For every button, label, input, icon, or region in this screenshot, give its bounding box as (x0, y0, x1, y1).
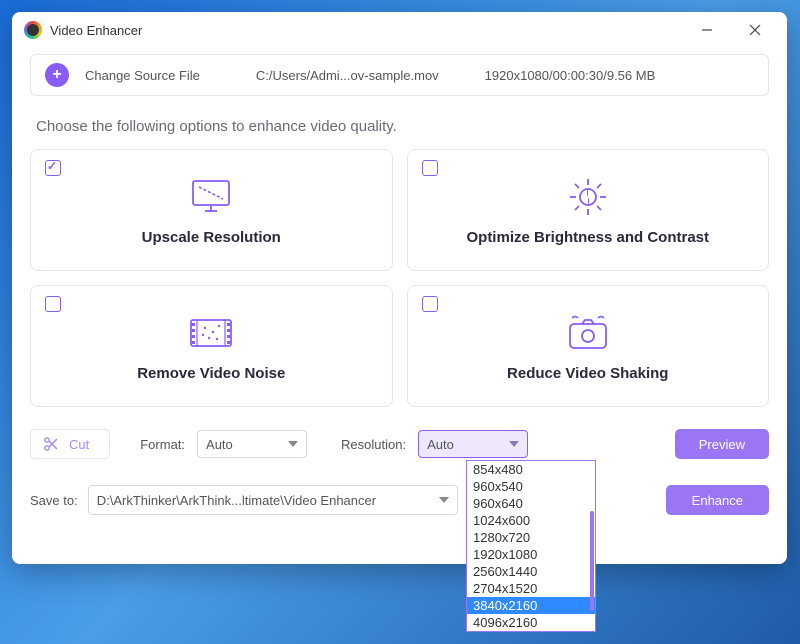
dropdown-list[interactable]: 854x480960x540960x6401024x6001280x720192… (467, 461, 595, 631)
save-path-value: D:\ArkThinker\ArkThink...ltimate\Video E… (97, 493, 376, 508)
content-area: + Change Source File C:/Users/Admi...ov-… (12, 48, 787, 564)
card-brightness-contrast[interactable]: Optimize Brightness and Contrast (407, 149, 770, 271)
resolution-value: Auto (427, 437, 454, 452)
save-path-select[interactable]: D:\ArkThinker\ArkThink...ltimate\Video E… (88, 485, 458, 515)
camera-shake-icon (562, 311, 614, 355)
resolution-option[interactable]: 2560x1440 (467, 563, 595, 580)
preview-label: Preview (699, 437, 745, 452)
format-label: Format: (140, 437, 185, 452)
resolution-select[interactable]: Auto (418, 430, 528, 458)
checkbox-noise[interactable] (45, 296, 61, 312)
format-select[interactable]: Auto (197, 430, 307, 458)
resolution-option[interactable]: 1280x720 (467, 529, 595, 546)
titlebar: Video Enhancer (12, 12, 787, 48)
checkbox-upscale[interactable] (45, 160, 61, 176)
change-source-label[interactable]: Change Source File (85, 68, 200, 83)
resolution-label: Resolution: (341, 437, 406, 452)
minimize-icon (701, 24, 713, 36)
format-value: Auto (206, 437, 233, 452)
card-reduce-shaking[interactable]: Reduce Video Shaking (407, 285, 770, 407)
minimize-button[interactable] (687, 16, 727, 44)
enhance-label: Enhance (692, 493, 743, 508)
cut-button[interactable]: Cut (30, 429, 110, 459)
resolution-dropdown: 854x480960x540960x6401024x6001280x720192… (466, 460, 596, 632)
source-bar: + Change Source File C:/Users/Admi...ov-… (30, 54, 769, 96)
resolution-option[interactable]: 4096x2160 (467, 614, 595, 631)
save-row: Save to: D:\ArkThinker\ArkThink...ltimat… (30, 485, 769, 515)
checkbox-brightness[interactable] (422, 160, 438, 176)
resolution-option[interactable]: 1024x600 (467, 512, 595, 529)
save-to-label: Save to: (30, 493, 78, 508)
palette-icon (24, 21, 42, 39)
source-path: C:/Users/Admi...ov-sample.mov (256, 68, 439, 83)
enhance-button[interactable]: Enhance (666, 485, 769, 515)
resolution-option[interactable]: 960x640 (467, 495, 595, 512)
card-upscale-resolution[interactable]: Upscale Resolution (30, 149, 393, 271)
scissors-icon (43, 436, 59, 452)
app-title: Video Enhancer (50, 23, 679, 38)
film-icon (185, 311, 237, 355)
card-title: Reduce Video Shaking (507, 365, 668, 382)
source-meta: 1920x1080/00:00:30/9.56 MB (485, 68, 656, 83)
app-window: Video Enhancer + Change Source File C:/U… (12, 12, 787, 564)
chevron-down-icon (439, 497, 449, 503)
chevron-down-icon (509, 441, 519, 447)
monitor-icon (187, 175, 235, 219)
card-title: Remove Video Noise (137, 365, 285, 382)
resolution-option[interactable]: 2704x1520 (467, 580, 595, 597)
chevron-down-icon (288, 441, 298, 447)
option-cards: Upscale Resolution Optimize Brightness a… (30, 149, 769, 407)
add-source-button[interactable]: + (45, 63, 69, 87)
preview-button[interactable]: Preview (675, 429, 769, 459)
card-title: Optimize Brightness and Contrast (466, 229, 709, 246)
close-button[interactable] (735, 16, 775, 44)
instruction-text: Choose the following options to enhance … (36, 118, 769, 135)
card-remove-noise[interactable]: Remove Video Noise (30, 285, 393, 407)
brightness-icon (566, 175, 610, 219)
resolution-option[interactable]: 854x480 (467, 461, 595, 478)
resolution-option[interactable]: 3840x2160 (467, 597, 595, 614)
resolution-option[interactable]: 1920x1080 (467, 546, 595, 563)
checkbox-shaking[interactable] (422, 296, 438, 312)
controls-row: Cut Format: Auto Resolution: Auto Previe… (30, 429, 769, 459)
resolution-option[interactable]: 960x540 (467, 478, 595, 495)
close-icon (749, 24, 761, 36)
scrollbar-thumb[interactable] (590, 511, 594, 611)
card-title: Upscale Resolution (142, 229, 281, 246)
cut-label: Cut (69, 437, 89, 452)
